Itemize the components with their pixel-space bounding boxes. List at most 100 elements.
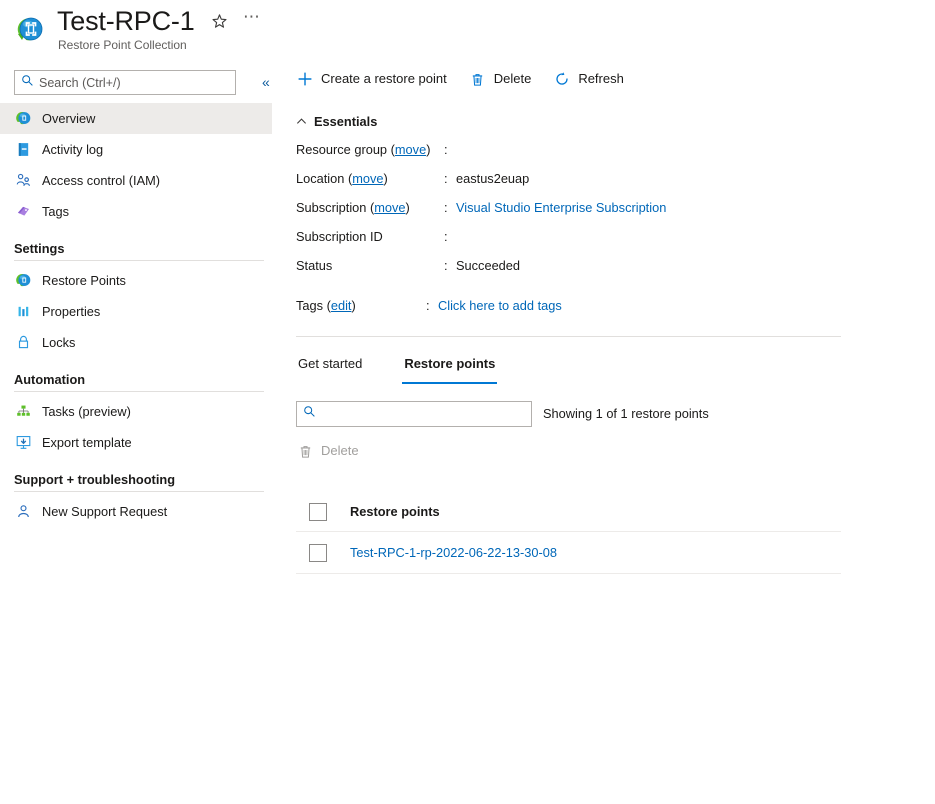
ellipsis-icon[interactable]: ⋯	[241, 8, 263, 32]
status-value: Succeeded	[456, 258, 521, 273]
create-restore-point-button[interactable]: Create a restore point	[296, 65, 447, 93]
select-all-checkbox[interactable]	[309, 502, 327, 521]
refresh-button[interactable]: Refresh	[553, 65, 624, 93]
property-label: Subscription ID	[296, 229, 383, 244]
restore-points-table: Restore points Test-RPC-1-rp-2022-06-22-…	[296, 492, 841, 574]
property-label: Tags (edit)	[296, 298, 356, 313]
access-control-people-icon	[14, 171, 33, 190]
sidebar-item-label: Tags	[42, 203, 70, 219]
table-delete-button[interactable]: Delete	[296, 437, 359, 465]
command-label: Delete	[493, 71, 532, 86]
sidebar-group-title: Automation	[14, 372, 86, 387]
property-resource-group: Resource group (move) :	[296, 141, 916, 170]
plus-icon	[296, 70, 314, 88]
sidebar-item-label: Tasks (preview)	[42, 403, 131, 419]
row-checkbox[interactable]	[309, 543, 327, 562]
tab-restore-points[interactable]: Restore points	[402, 355, 498, 384]
sidebar-item-label: Restore Points	[42, 272, 126, 288]
property-tags: Tags (edit) : Click here to add tags	[296, 297, 916, 326]
search-icon	[303, 405, 316, 423]
table-toolbar: Delete	[296, 437, 916, 465]
property-label: Subscription (move)	[296, 200, 410, 215]
support-person-icon	[14, 502, 33, 521]
refresh-icon	[553, 70, 571, 88]
move-link[interactable]: move	[352, 171, 383, 186]
column-header-restore-points: Restore points	[350, 504, 440, 519]
sidebar-group-support: Support + troubleshooting New Support Re…	[0, 472, 280, 527]
sidebar-item-tags[interactable]: Tags	[0, 196, 272, 227]
restore-points-search-input[interactable]	[321, 407, 519, 421]
sidebar-item-overview[interactable]: Overview	[0, 103, 272, 134]
tab-get-started[interactable]: Get started	[296, 355, 364, 384]
title-row: Test-RPC-1 ⋯	[57, 4, 263, 38]
trash-icon	[469, 70, 487, 88]
sidebar-item-label: Access control (IAM)	[42, 172, 161, 188]
table-header-row: Restore points	[296, 492, 841, 532]
main-content: Create a restore point Delete Refresh Es…	[296, 62, 916, 574]
move-link[interactable]: move	[374, 200, 405, 215]
sidebar-item-activity-log[interactable]: Activity log	[0, 134, 272, 165]
sidebar-item-restore-points[interactable]: Restore Points	[0, 265, 272, 296]
sidebar-item-tasks[interactable]: Tasks (preview)	[0, 396, 272, 427]
add-tags-link[interactable]: Click here to add tags	[438, 297, 562, 315]
sidebar: « Overview	[0, 62, 280, 527]
page-title: Test-RPC-1	[57, 6, 195, 36]
command-label: Refresh	[578, 71, 624, 86]
move-link[interactable]: move	[395, 142, 426, 157]
sidebar-search-input[interactable]	[39, 75, 227, 90]
sidebar-item-locks[interactable]: Locks	[0, 327, 272, 358]
star-icon[interactable]	[209, 10, 231, 32]
tab-list: Get started Restore points	[296, 355, 916, 384]
blade-header: Test-RPC-1 ⋯ Restore Point Collection	[0, 0, 935, 60]
divider	[14, 260, 264, 261]
chevron-up-icon	[296, 116, 307, 127]
tag-icon	[14, 202, 33, 221]
property-subscription: Subscription (move) : Visual Studio Ente…	[296, 199, 916, 228]
sidebar-search-box[interactable]	[14, 70, 236, 95]
command-label: Create a restore point	[321, 71, 447, 86]
collapse-sidebar-button[interactable]: «	[262, 73, 270, 91]
property-label: Status	[296, 258, 333, 273]
property-colon: :	[426, 298, 430, 313]
restore-points-search-box[interactable]	[296, 401, 532, 427]
trash-icon	[296, 442, 314, 460]
sidebar-group-title: Support + troubleshooting	[14, 472, 176, 487]
restore-point-name-link[interactable]: Test-RPC-1-rp-2022-06-22-13-30-08	[350, 545, 557, 560]
divider	[296, 336, 841, 337]
property-colon: :	[444, 258, 448, 273]
restore-points-globe-icon	[14, 271, 33, 290]
sidebar-item-label: New Support Request	[42, 503, 168, 519]
sidebar-item-export-template[interactable]: Export template	[0, 427, 272, 458]
divider	[14, 491, 264, 492]
edit-tags-link[interactable]: edit	[331, 298, 352, 313]
sidebar-item-access-control[interactable]: Access control (IAM)	[0, 165, 272, 196]
page-subtitle: Restore Point Collection	[58, 38, 187, 52]
table-delete-label: Delete	[321, 443, 359, 458]
divider	[14, 391, 264, 392]
subscription-link[interactable]: Visual Studio Enterprise Subscription	[456, 199, 666, 217]
filter-row: Showing 1 of 1 restore points	[296, 401, 916, 427]
table-row[interactable]: Test-RPC-1-rp-2022-06-22-13-30-08	[296, 532, 841, 574]
property-subscription-id: Subscription ID :	[296, 228, 916, 257]
essentials-properties: Resource group (move) : Location (move) …	[296, 141, 916, 337]
essentials-toggle[interactable]: Essentials	[296, 114, 916, 129]
property-colon: :	[444, 171, 448, 186]
property-value: eastus2euap	[456, 171, 530, 186]
sidebar-group-automation: Automation Tasks (preview) Export templa…	[0, 372, 280, 458]
command-bar: Create a restore point Delete Refresh	[296, 62, 916, 96]
export-template-icon	[14, 433, 33, 452]
essentials-title: Essentials	[314, 114, 378, 129]
sidebar-item-label: Activity log	[42, 141, 104, 157]
overview-globe-icon	[14, 109, 33, 128]
showing-count-label: Showing 1 of 1 restore points	[543, 406, 709, 421]
search-icon	[21, 74, 34, 92]
restore-point-collection-icon	[14, 14, 46, 46]
azure-portal-blade: Test-RPC-1 ⋯ Restore Point Collection Se…	[0, 0, 935, 804]
sidebar-group-settings: Settings Restore Points Properties Locks	[0, 241, 280, 358]
sidebar-nav: Overview Activity log Access control (IA…	[0, 103, 280, 527]
property-colon: :	[444, 229, 448, 244]
sidebar-item-properties[interactable]: Properties	[0, 296, 272, 327]
sidebar-item-label: Locks	[42, 334, 76, 350]
sidebar-item-new-support-request[interactable]: New Support Request	[0, 496, 272, 527]
delete-button[interactable]: Delete	[469, 65, 532, 93]
